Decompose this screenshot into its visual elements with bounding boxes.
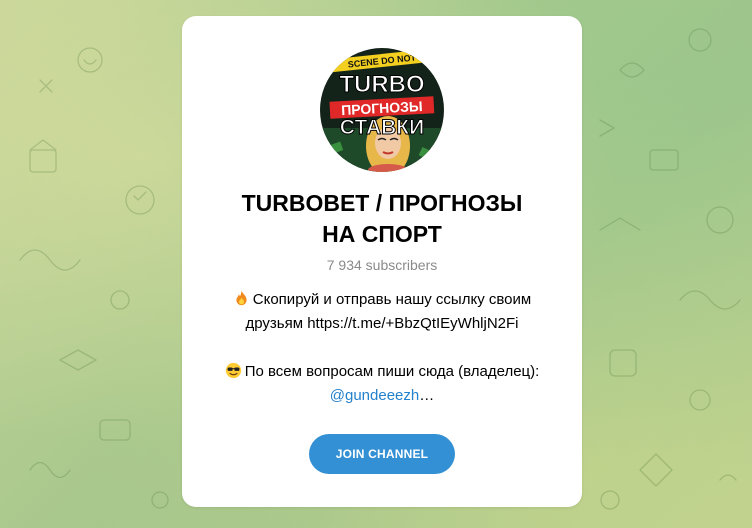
channel-title-line1: TURBOBET / ПРОГНОЗЫ bbox=[241, 190, 523, 216]
channel-title: TURBOBET / ПРОГНОЗЫ НА СПОРТ bbox=[202, 188, 562, 250]
avatar-top-text: TURBO bbox=[339, 71, 424, 98]
description-line-3-text: По всем вопросам пиши сюда (владелец): bbox=[244, 363, 540, 380]
channel-title-line2: НА СПОРТ bbox=[322, 221, 442, 247]
avatar-bottom-text: СТАВКИ bbox=[340, 116, 424, 139]
description-gap bbox=[198, 336, 566, 360]
sunglasses-face-icon bbox=[225, 362, 241, 379]
channel-avatar: SCENE DO NOT TURBO ПРОГНОЗЫ СТАВКИ bbox=[320, 48, 444, 172]
description-line-4: @gundeeezh… bbox=[198, 384, 566, 408]
mention-ellipsis: … bbox=[419, 387, 435, 404]
channel-description: Скопируй и отправь нашу ссылку своим дру… bbox=[198, 288, 566, 408]
join-channel-button[interactable]: JOIN CHANNEL bbox=[309, 434, 455, 474]
description-line-1-text: Скопируй и отправь нашу ссылку своим bbox=[252, 291, 532, 308]
description-line-3: По всем вопросам пиши сюда (владелец): bbox=[198, 360, 566, 384]
description-line-2: друзьям https://t.me/+BbzQtIEyWhljN2Fi bbox=[245, 315, 519, 332]
description-line-1: Скопируй и отправь нашу ссылку своим bbox=[198, 288, 566, 312]
subscriber-count: 7 934 subscribers bbox=[326, 257, 438, 273]
channel-card: SCENE DO NOT TURBO ПРОГНОЗЫ СТАВКИ TURBO… bbox=[182, 16, 582, 507]
fire-icon bbox=[236, 290, 247, 306]
owner-mention-link[interactable]: @gundeeezh bbox=[330, 387, 419, 404]
